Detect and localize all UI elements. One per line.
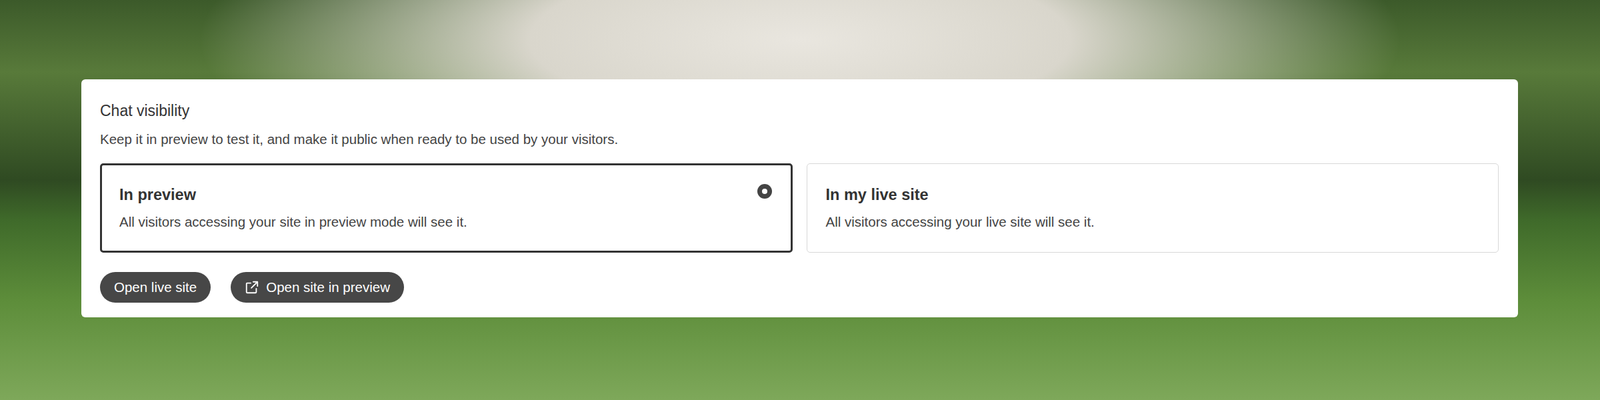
option-description: All visitors accessing your site in prev… — [119, 213, 774, 232]
button-label: Open live site — [114, 279, 197, 296]
visibility-option[interactable]: In preview All visitors accessing your si… — [100, 163, 793, 253]
option-description: All visitors accessing your live site wi… — [826, 213, 1480, 232]
background-photo: Chat visibility Keep it in preview to tes… — [0, 0, 1600, 400]
visibility-option[interactable]: In my live site All visitors accessing yo… — [806, 163, 1500, 253]
external-link-icon — [244, 280, 260, 295]
button-label: Open site in preview — [266, 279, 390, 296]
radio-button[interactable] — [757, 184, 772, 199]
open-site-button[interactable]: Open site in preview — [230, 272, 404, 303]
radio-button[interactable] — [1464, 182, 1480, 198]
visibility-card: Chat visibility Keep it in preview to tes… — [81, 79, 1518, 318]
open-site-button[interactable]: Open live site — [100, 272, 211, 303]
option-title: In preview — [119, 185, 774, 204]
panel-title: Chat visibility — [100, 102, 1499, 121]
visibility-options: In preview All visitors accessing your si… — [100, 163, 1499, 253]
button-row: Open live site Open site in preview — [100, 272, 1499, 303]
panel-description: Keep it in preview to test it, and make … — [100, 130, 1499, 149]
option-title: In my live site — [826, 185, 1480, 204]
